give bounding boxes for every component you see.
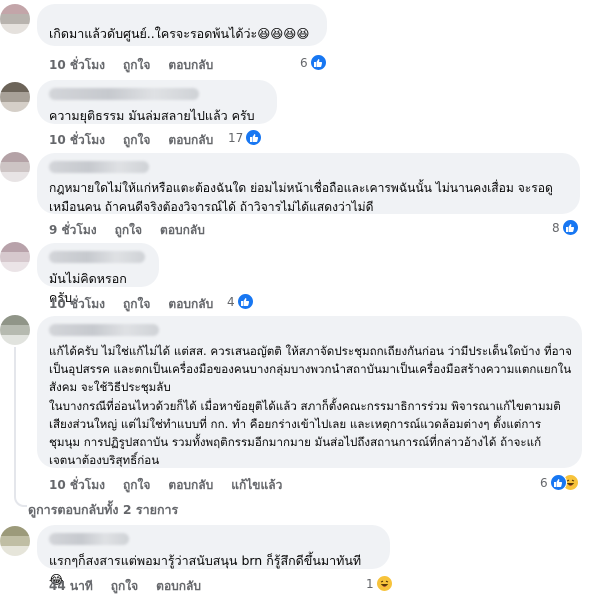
like-button[interactable]: ถูกใจ [123,56,150,75]
thread-line [14,347,16,495]
avatar[interactable] [0,82,30,112]
timestamp[interactable]: 10 ชั่วโมง [49,295,105,314]
reaction-count: 6 [300,55,308,70]
reply-button[interactable]: ตอบกลับ [168,56,213,75]
like-button[interactable]: ถูกใจ [111,577,138,596]
reaction-count: 1 [366,576,374,591]
thread-connector [14,495,27,507]
like-button[interactable]: ถูกใจ [123,295,150,314]
avatar[interactable] [0,152,30,182]
author-name[interactable] [49,88,199,100]
timestamp[interactable]: 9 ชั่วโมง [49,221,97,240]
reply-button[interactable]: ตอบกลับ [168,295,213,314]
comment-actions: 44 นาที ถูกใจ ตอบกลับ [49,577,219,596]
avatar[interactable] [0,4,30,34]
comment-bubble: แรกๆก็สงสารแต่พอมารู้ว่าสนับสนุน brn ก็ร… [37,525,390,587]
comment-text: แก้ได้ครับ ไม่ใช่แก้ไม่ได้ แต่สส. ควรเสน… [49,344,572,468]
comment-bubble: แก้ได้ครับ ไม่ใช่แก้ไม่ได้ แต่สส. ควรเสน… [37,316,582,468]
reply-button[interactable]: ตอบกลับ [160,221,205,240]
reply-button[interactable]: ตอบกลับ [168,476,213,495]
avatar[interactable] [0,242,30,272]
comment-actions: 10 ชั่วโมง ถูกใจ ตอบกลับ [49,56,231,75]
like-icon [309,54,327,71]
timestamp[interactable]: 10 ชั่วโมง [49,476,105,495]
author-name[interactable] [49,533,129,545]
author-name[interactable] [49,161,149,173]
edited-label[interactable]: แก้ไขแล้ว [231,476,282,495]
reaction-summary[interactable]: 6 [540,474,579,491]
timestamp[interactable]: 10 ชั่วโมง [49,131,105,150]
comment-actions: 10 ชั่วโมง ถูกใจ ตอบกลับ แก้ไขแล้ว [49,476,300,495]
author-name[interactable] [49,324,159,336]
like-button[interactable]: ถูกใจ [123,476,150,495]
reaction-count: 6 [540,475,548,490]
comment-text: กฎหมายใดไม่ให้แก่หรือแตะต้องฉันใด ย่อมไม… [49,181,557,214]
reaction-summary[interactable]: 6 [300,54,327,71]
comment-actions: 10 ชั่วโมง ถูกใจ ตอบกลับ [49,295,231,314]
reaction-summary[interactable]: 8 [552,219,579,236]
reaction-count: 4 [227,294,235,309]
like-icon [561,219,579,236]
comment-bubble: เกิดมาแล้วดับศูนย์..ใครจะรอดพ้นได้ว่ะ😆😆😆… [37,4,327,46]
reaction-summary[interactable]: 4 [227,293,254,310]
reaction-summary[interactable]: 17 [228,129,263,146]
comment-bubble: ความยุติธรรม มันล่มสลายไปแล้ว ครับ [37,80,277,124]
reaction-count: 17 [228,130,244,145]
reaction-count: 8 [552,220,560,235]
comment-bubble: กฎหมายใดไม่ให้แก่หรือแตะต้องฉันใด ย่อมไม… [37,153,580,214]
reply-button[interactable]: ตอบกลับ [156,577,201,596]
timestamp[interactable]: 10 ชั่วโมง [49,56,105,75]
avatar[interactable] [0,315,30,345]
view-replies-label[interactable]: ดูการตอบกลับทั้ง 2 รายการ [28,500,178,520]
haha-icon [375,575,393,592]
like-button[interactable]: ถูกใจ [123,131,150,150]
author-name[interactable] [49,251,145,263]
reaction-summary[interactable]: 1 [366,575,393,592]
like-button[interactable]: ถูกใจ [115,221,142,240]
comment-actions: 10 ชั่วโมง ถูกใจ ตอบกลับ [49,131,231,150]
like-icon [245,129,263,146]
like-icon [236,293,254,310]
comment-text: เกิดมาแล้วดับศูนย์..ใครจะรอดพ้นได้ว่ะ😆😆😆… [49,26,310,41]
view-replies-link[interactable]: ดูการตอบกลับทั้ง 2 รายการ [28,500,178,520]
reply-button[interactable]: ตอบกลับ [168,131,213,150]
like-icon [549,474,567,491]
comment-bubble: มันไม่คิดหรอกครับ [37,243,159,305]
comment-text: ความยุติธรรม มันล่มสลายไปแล้ว ครับ [49,108,255,123]
avatar[interactable] [0,526,30,556]
comment-actions: 9 ชั่วโมง ถูกใจ ตอบกลับ [49,221,223,240]
timestamp[interactable]: 44 นาที [49,577,93,596]
